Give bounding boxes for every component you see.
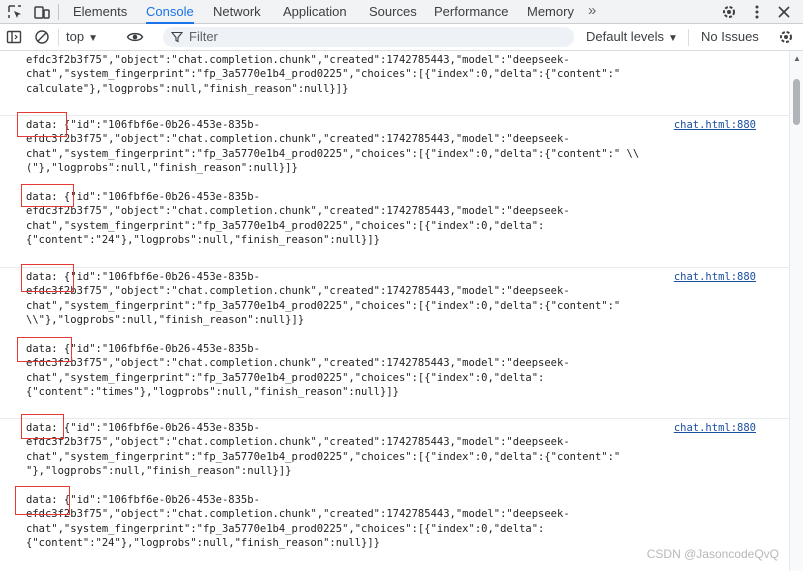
tab-memory[interactable]: Memory xyxy=(527,0,574,23)
log-levels-label: Default levels xyxy=(586,29,665,44)
tab-elements[interactable]: Elements xyxy=(73,0,127,23)
toolbar-divider xyxy=(688,29,689,46)
console-message: data: {"id":"106fbf6e-0b26-453e-835b- ef… xyxy=(0,116,789,268)
toolbar-divider xyxy=(58,4,59,20)
context-selector[interactable]: top ▼ xyxy=(66,28,98,46)
console-output: efdc3f2b3f75","object":"chat.completion.… xyxy=(0,51,789,571)
filter-input[interactable]: Filter xyxy=(163,27,574,47)
scrollbar-thumb[interactable] xyxy=(793,79,800,125)
close-icon[interactable] xyxy=(775,3,793,21)
watermark: CSDN @JasoncodeQvQ xyxy=(646,547,779,561)
device-toolbar-icon[interactable] xyxy=(33,3,51,21)
more-tabs-icon[interactable]: » xyxy=(588,2,596,19)
console-toolbar: top ▼ Filter Default levels ▼ No Issues xyxy=(0,24,803,51)
log-text: data: {"id":"106fbf6e-0b26-453e-835b- ef… xyxy=(26,422,621,550)
tab-network[interactable]: Network xyxy=(213,0,261,23)
chevron-down-icon: ▼ xyxy=(668,33,678,44)
tab-performance[interactable]: Performance xyxy=(434,0,508,23)
gear-icon[interactable] xyxy=(720,3,738,21)
source-link[interactable]: chat.html:880 xyxy=(674,271,756,283)
vertical-scrollbar[interactable]: ▲ xyxy=(789,51,803,571)
devtools-tab-bar: Elements Console Network Application Sou… xyxy=(0,0,803,24)
tab-sources[interactable]: Sources xyxy=(369,0,417,23)
live-expression-icon[interactable] xyxy=(126,28,144,46)
console-message: data: {"id":"106fbf6e-0b26-453e-835b- ef… xyxy=(0,268,789,419)
log-text: efdc3f2b3f75","object":"chat.completion.… xyxy=(26,54,621,95)
source-link[interactable]: chat.html:880 xyxy=(674,422,756,434)
log-levels-dropdown[interactable]: Default levels ▼ xyxy=(586,28,678,46)
log-text: data: {"id":"106fbf6e-0b26-453e-835b- ef… xyxy=(26,271,621,399)
kebab-menu-icon[interactable] xyxy=(748,3,766,21)
tab-console[interactable]: Console xyxy=(146,0,194,24)
filter-icon xyxy=(171,31,183,43)
issues-button[interactable]: No Issues xyxy=(701,28,759,46)
log-text: data: {"id":"106fbf6e-0b26-453e-835b- ef… xyxy=(26,119,640,247)
gear-icon[interactable] xyxy=(777,28,795,46)
source-link[interactable]: chat.html:880 xyxy=(674,119,756,131)
sidebar-toggle-icon[interactable] xyxy=(5,28,23,46)
inspect-element-icon[interactable] xyxy=(6,3,24,21)
context-value: top xyxy=(66,29,85,44)
clear-console-icon[interactable] xyxy=(33,28,51,46)
scroll-up-icon[interactable]: ▲ xyxy=(793,54,801,63)
tab-application[interactable]: Application xyxy=(283,0,347,23)
console-message: efdc3f2b3f75","object":"chat.completion.… xyxy=(0,53,789,116)
toolbar-divider xyxy=(58,29,59,46)
chevron-down-icon: ▼ xyxy=(88,33,98,44)
filter-placeholder: Filter xyxy=(189,29,218,44)
